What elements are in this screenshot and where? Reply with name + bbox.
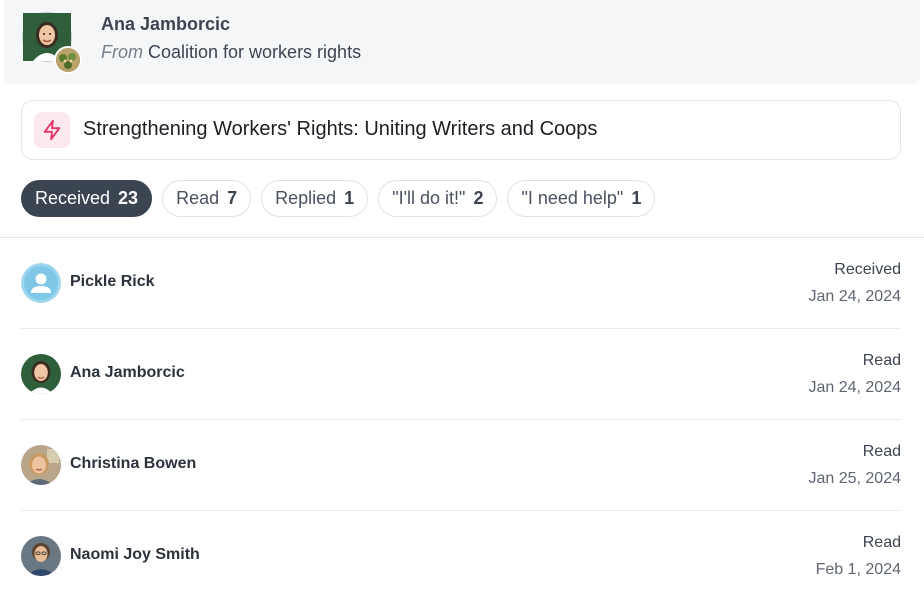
recipient-status: Received [834, 261, 901, 278]
recipient-row[interactable]: Ana Jamborcic Read Jan 24, 2024 [21, 329, 901, 420]
lightning-icon [34, 112, 70, 148]
recipient-name: Christina Bowen [70, 455, 197, 472]
tab-i-need-help[interactable]: "I need help" 1 [507, 180, 656, 217]
tab-count: 7 [227, 188, 238, 208]
recipient-list: Pickle Rick Received Jan 24, 2024 Ana Ja… [21, 238, 901, 599]
recipient-date: Jan 25, 2024 [808, 470, 901, 487]
recipient-status: Read [862, 352, 901, 369]
tab-count: 23 [118, 188, 139, 208]
tab-received[interactable]: Received 23 [21, 180, 153, 217]
avatar [21, 536, 61, 576]
avatar [21, 445, 61, 485]
tab-ill-do-it[interactable]: "I'll do it!" 2 [378, 180, 498, 217]
sender-header: Ana Jamborcic From Coalition for workers … [4, 0, 920, 84]
recipient-date: Jan 24, 2024 [808, 379, 901, 396]
tab-label: "I'll do it!" [392, 188, 466, 208]
tab-count: 1 [631, 188, 642, 208]
recipient-status: Read [862, 534, 901, 551]
from-label: From [101, 42, 143, 62]
recipient-date: Feb 1, 2024 [815, 561, 901, 578]
recipient-row[interactable]: Pickle Rick Received Jan 24, 2024 [21, 238, 901, 329]
tab-label: Replied [275, 188, 337, 208]
tab-label: Received [35, 188, 111, 208]
default-user-icon [21, 263, 61, 303]
tab-replied[interactable]: Replied 1 [261, 180, 369, 217]
tab-read[interactable]: Read 7 [162, 180, 252, 217]
tab-label: "I need help" [521, 188, 624, 208]
tab-count: 2 [473, 188, 484, 208]
recipient-name: Pickle Rick [70, 273, 155, 290]
campaign-card[interactable]: Strengthening Workers' Rights: Uniting W… [21, 100, 901, 160]
organization-avatar [54, 46, 82, 74]
recipient-date: Jan 24, 2024 [808, 288, 901, 305]
recipient-row[interactable]: Christina Bowen Read Jan 25, 2024 [21, 420, 901, 511]
recipient-name: Ana Jamborcic [70, 364, 185, 381]
recipient-row[interactable]: Naomi Joy Smith Read Feb 1, 2024 [21, 511, 901, 599]
organization-name: Coalition for workers rights [148, 42, 362, 62]
avatar [21, 354, 61, 394]
tab-count: 1 [344, 188, 355, 208]
campaign-title: Strengthening Workers' Rights: Uniting W… [83, 118, 598, 140]
recipient-status: Read [862, 443, 901, 460]
tab-label: Read [176, 188, 220, 208]
sender-name: Ana Jamborcic [101, 14, 231, 34]
recipient-name: Naomi Joy Smith [70, 546, 200, 563]
sender-organization: From Coalition for workers rights [101, 42, 361, 63]
status-filter-tabs: Received 23 Read 7 Replied 1 "I'll do it!" 2… [21, 180, 656, 217]
